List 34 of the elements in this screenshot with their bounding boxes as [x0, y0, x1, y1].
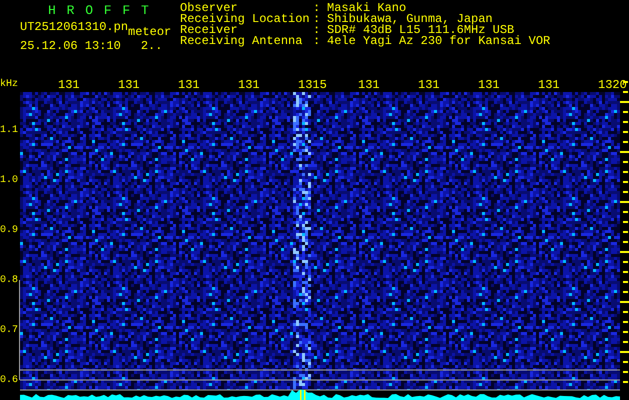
- frequency-label: 131: [538, 79, 560, 92]
- separator: :: [313, 3, 322, 14]
- count: 2..: [140, 40, 162, 53]
- frequency-label: 131: [478, 79, 500, 92]
- frequency-label: 131: [58, 79, 80, 92]
- frequency-label: 1.1: [0, 125, 18, 137]
- frequency-label: 1315: [298, 79, 327, 92]
- info-label: Receiving Location: [180, 14, 311, 25]
- axis-unit: kHz: [0, 79, 18, 91]
- file-name: UT2512061310.pn: [20, 21, 128, 34]
- app-title: H R O F F T: [48, 3, 150, 18]
- datetime: 25.12.06 13:10: [20, 40, 121, 53]
- frequency-label: 131: [178, 79, 200, 92]
- frequency-label: 131: [358, 79, 380, 92]
- info-value: SDR# 43dB L15 111.6MHz USB: [327, 25, 514, 36]
- frequency-label: 0.8: [0, 275, 18, 287]
- info-value: Masaki Kano: [327, 3, 406, 14]
- frequency-label: 131: [118, 79, 140, 92]
- info-value: Shibukawa, Gunma, Japan: [327, 14, 493, 25]
- event-type: meteor: [128, 26, 172, 39]
- frequency-label: 131: [418, 79, 440, 92]
- separator: :: [313, 14, 322, 25]
- frequency-label: 1320: [598, 79, 627, 92]
- frequency-label: 0.9: [0, 225, 18, 237]
- frequency-label: 0.7: [0, 325, 18, 337]
- frequency-label: 0.6: [0, 375, 18, 387]
- separator: :: [313, 25, 322, 36]
- info-label: Receiver: [180, 25, 238, 36]
- info-label: Receiving Antenna: [180, 36, 304, 47]
- separator: :: [313, 36, 322, 47]
- frequency-label: 131: [238, 79, 260, 92]
- info-label: Observer: [180, 3, 238, 14]
- frequency-label: 1.0: [0, 175, 18, 187]
- info-value: 4ele Yagi Az 230 for Kansai VOR: [327, 36, 550, 47]
